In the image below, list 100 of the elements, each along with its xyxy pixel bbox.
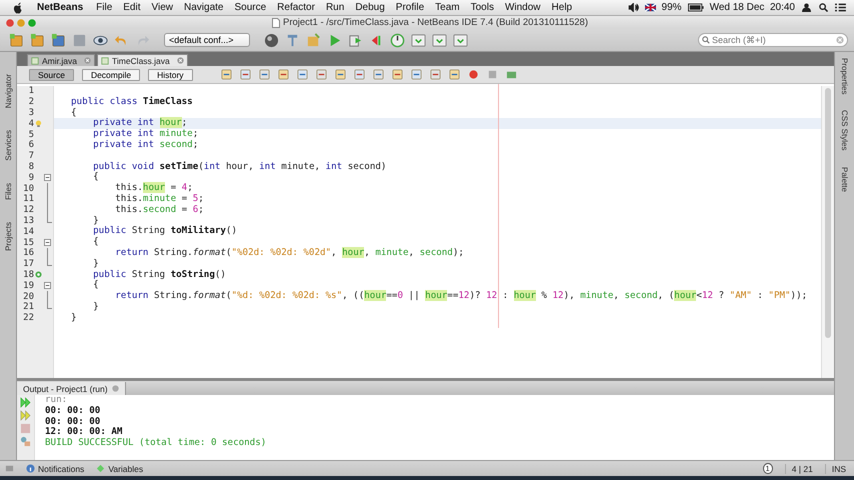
code-line: public String toString(): [92, 268, 226, 280]
record-icon[interactable]: [468, 69, 479, 80]
view-button[interactable]: Decompile: [82, 68, 140, 80]
insert-mode: INS: [824, 464, 846, 474]
caret-position: 4 | 21: [784, 464, 813, 474]
notifications-button[interactable]: Notifications: [26, 464, 84, 474]
line-number: 6: [28, 140, 34, 150]
line-number: 17: [22, 259, 34, 270]
line-number: 3: [28, 108, 34, 118]
line-number: 22: [22, 313, 34, 324]
side-panel-tab[interactable]: Services: [4, 130, 12, 161]
code-line: public class TimeClass: [71, 96, 193, 107]
line-number: 11: [22, 194, 34, 204]
fold-icon[interactable]: [44, 282, 51, 290]
line-number: 4: [28, 118, 34, 129]
menu-item[interactable]: Help: [552, 2, 572, 13]
fold-icon[interactable]: [44, 174, 51, 182]
clock[interactable]: Wed 18 Dec 20:40: [710, 2, 795, 13]
code-line: this.second = 6;: [114, 204, 204, 215]
stop-icon[interactable]: [486, 69, 498, 80]
close-icon[interactable]: [6, 18, 14, 26]
line-number: 19: [22, 280, 34, 291]
line-number: 14: [22, 226, 34, 237]
side-panel-tab[interactable]: Navigator: [4, 74, 12, 108]
menu-item[interactable]: Profile: [396, 2, 424, 13]
code-line: {: [92, 236, 99, 248]
app-menu[interactable]: NetBeans: [37, 2, 84, 13]
side-panel-tab[interactable]: Properties: [840, 58, 849, 94]
output-tab[interactable]: Output - Project1 (run): [17, 382, 126, 395]
override-icon[interactable]: [35, 271, 42, 278]
code-line: this.minute = 5;: [114, 192, 204, 204]
search-field[interactable]: Search (⌘+I): [698, 33, 848, 47]
menu-item[interactable]: Refactor: [277, 2, 315, 13]
volume-icon[interactable]: [628, 3, 639, 12]
line-number: 13: [22, 216, 34, 226]
java-file-icon: [31, 56, 39, 64]
code-line: {: [71, 106, 77, 118]
line-number: 9: [28, 172, 34, 183]
code-line: return String.format("%02d: %02d: %02d", hour, minute, second);: [114, 246, 464, 258]
code-line: this.hour = 4;: [114, 182, 193, 194]
diamond-icon: [96, 464, 106, 473]
editor-tab[interactable]: Amir.java: [27, 54, 95, 66]
side-panel-tab[interactable]: Projects: [4, 222, 12, 251]
line-number: 18: [22, 270, 34, 280]
code-line: {: [92, 171, 99, 182]
code-line: {: [92, 279, 99, 290]
side-panel-tab[interactable]: Palette: [840, 166, 849, 192]
variables-button[interactable]: Variables: [96, 464, 144, 474]
line-number: 1: [28, 86, 34, 96]
close-icon[interactable]: [112, 385, 119, 392]
apple-icon[interactable]: [13, 2, 23, 14]
view-button[interactable]: Source: [29, 68, 74, 80]
menu-item[interactable]: Run: [326, 2, 344, 13]
line-number: 21: [22, 302, 34, 312]
battery-percent: 99%: [662, 2, 682, 13]
code-line: }: [92, 258, 99, 269]
info-icon: [26, 464, 35, 473]
code-line: private int hour;: [92, 117, 188, 128]
line-number: 20: [22, 292, 34, 302]
document-icon: [272, 18, 280, 28]
side-panel-tab[interactable]: CSS Styles: [840, 110, 849, 151]
close-icon[interactable]: [84, 57, 91, 64]
flag-icon[interactable]: [644, 3, 656, 12]
line-number: 12: [22, 205, 34, 216]
minimize-icon[interactable]: [17, 18, 25, 26]
user-icon[interactable]: [801, 3, 812, 12]
rerun-icon[interactable]: [20, 397, 31, 408]
editor-tab[interactable]: TimeClass.java: [96, 54, 188, 66]
menu-item[interactable]: Source: [234, 2, 266, 13]
line-number: 15: [22, 238, 34, 248]
zoom-icon[interactable]: [28, 18, 36, 26]
menu-item[interactable]: Tools: [470, 2, 494, 13]
search-input[interactable]: Search (⌘+I): [712, 35, 834, 45]
menu-item[interactable]: Debug: [355, 2, 385, 13]
configuration-dropdown[interactable]: <default conf...>: [164, 33, 250, 47]
menu-item[interactable]: Window: [504, 2, 541, 13]
output-line: run:: [45, 395, 68, 406]
rerun-icon[interactable]: [20, 410, 31, 421]
code-line: }: [92, 300, 99, 312]
output-line: 00: 00: 00: [45, 406, 102, 417]
battery-icon[interactable]: [688, 3, 704, 12]
view-button[interactable]: History: [148, 68, 193, 80]
close-icon[interactable]: [176, 57, 184, 64]
menu-item[interactable]: Team: [435, 2, 460, 13]
code-line: public String toMilitary(): [92, 225, 237, 236]
menu-item[interactable]: File: [96, 2, 112, 13]
line-number: 7: [28, 151, 34, 162]
menu-item[interactable]: View: [152, 2, 173, 13]
code-line: }: [92, 214, 99, 226]
code-line: private int second;: [92, 138, 198, 150]
lightbulb-icon[interactable]: [35, 120, 42, 128]
menu-item[interactable]: Edit: [123, 2, 140, 13]
menu-item[interactable]: Navigate: [184, 2, 224, 13]
fold-icon[interactable]: [44, 239, 51, 246]
clear-icon[interactable]: [836, 36, 844, 44]
code-line: private int minute;: [92, 128, 198, 140]
window-title: Project1 - /src/TimeClass.java - NetBeans IDE 7.4 (Build 201310111528): [282, 17, 588, 28]
code-line: public void setTime(int hour, int minute, int second): [92, 160, 386, 172]
side-panel-tab[interactable]: Files: [4, 182, 12, 200]
line-number: 10: [22, 184, 34, 194]
